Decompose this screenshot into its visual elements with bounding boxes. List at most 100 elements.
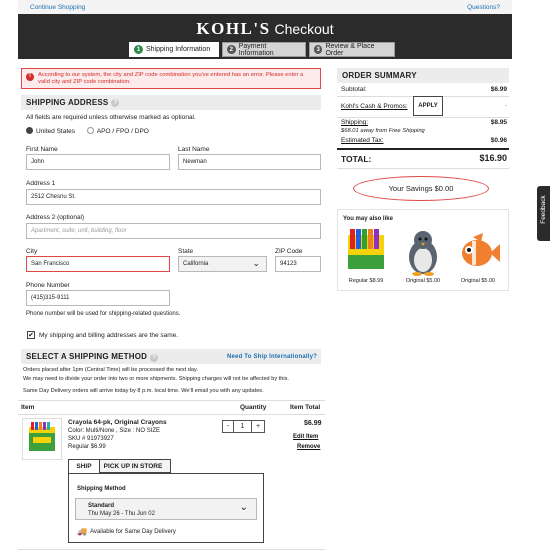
- checkout-page: Continue Shopping Questions? KOHL'S Chec…: [0, 0, 550, 550]
- item-name[interactable]: Crayola 64-pk, Original Crayons: [68, 419, 167, 426]
- error-text: According to our system, the city and ZI…: [38, 72, 304, 86]
- total-value: $16.90: [479, 153, 507, 163]
- continue-shopping-link[interactable]: Continue Shopping: [30, 4, 85, 11]
- last-name-label: Last Name: [178, 146, 210, 153]
- help-icon[interactable]: ?: [111, 98, 120, 107]
- shipping-method-heading: SELECT A SHIPPING METHOD? Need To Ship I…: [21, 349, 321, 364]
- same-day-availability: 🚚 Available for Same Day Delivery: [77, 527, 176, 536]
- qty-plus-button[interactable]: +: [251, 420, 265, 433]
- shipping-method-panel: Shipping Method Standard Thu May 26 - Th…: [68, 473, 264, 543]
- tab-pickup-store[interactable]: PICK UP IN STORE: [95, 459, 171, 473]
- subtotal-label: Subtotal:: [341, 86, 367, 93]
- help-icon[interactable]: ?: [150, 353, 159, 362]
- last-name-field[interactable]: Newman: [178, 154, 321, 170]
- address1-field[interactable]: 2512 Chesnu St.: [26, 189, 321, 205]
- same-address-label: My shipping and billing addresses are th…: [39, 332, 179, 339]
- divide-note: We may need to divide your order into tw…: [23, 376, 289, 382]
- zip-field[interactable]: 94123: [275, 256, 321, 272]
- markers-icon: [348, 229, 384, 269]
- truck-icon: 🚚: [77, 527, 87, 536]
- method-dates: Thu May 26 - Thu Jun 02: [88, 511, 155, 517]
- col-item-header: Item: [21, 404, 35, 411]
- logo: KOHL'S Checkout: [18, 19, 512, 39]
- processing-note: Orders placed after 1pm (Central Time) w…: [23, 367, 198, 373]
- step-payment-info[interactable]: 2 Payment Information: [222, 42, 306, 57]
- divider: [337, 168, 509, 169]
- col-total-header: Item Total: [290, 404, 321, 411]
- step-review-order[interactable]: 3 Review & Place Order: [309, 42, 395, 57]
- header: KOHL'S Checkout 1 Shipping Information 2…: [18, 14, 512, 59]
- questions-link[interactable]: Questions?: [467, 4, 500, 11]
- international-link[interactable]: Need To Ship Internationally?: [227, 354, 317, 360]
- kohls-logo-text: KOHL'S: [196, 19, 271, 38]
- recs-title: You may also like: [343, 216, 393, 222]
- state-value: California: [183, 261, 209, 267]
- same-address-checkbox[interactable]: ✔: [27, 331, 35, 339]
- step-shipping-info[interactable]: 1 Shipping Information: [129, 42, 219, 57]
- rec-item-markers[interactable]: [344, 227, 390, 277]
- error-message: ! According to our system, the city and …: [21, 68, 321, 89]
- apply-button[interactable]: APPLY: [413, 96, 443, 116]
- feedback-tab[interactable]: Feedback: [537, 186, 550, 241]
- item-sku: SKU # 91973927: [68, 436, 114, 442]
- phone-field[interactable]: (415)315-9111: [26, 290, 170, 306]
- divider: [18, 400, 325, 401]
- radio-us-label: United States: [36, 128, 76, 135]
- divider: [337, 117, 509, 118]
- rec-price: Original $5.00: [460, 278, 496, 284]
- radio-us[interactable]: United States: [26, 127, 76, 135]
- country-radio-group: United States APO / FPO / DPO: [26, 127, 149, 135]
- kohls-cash-link[interactable]: Kohl's Cash & Promos:: [341, 103, 408, 110]
- step-number: 1: [134, 45, 143, 54]
- step-label: Payment Information: [238, 42, 274, 57]
- total-divider: [337, 148, 509, 150]
- qty-input[interactable]: 1: [234, 420, 251, 433]
- tax-label[interactable]: Estimated Tax:: [341, 137, 384, 144]
- shipping-label[interactable]: Shipping:: [341, 119, 368, 126]
- qty-minus-button[interactable]: -: [222, 420, 234, 433]
- checkmark-icon: ✔: [28, 332, 34, 339]
- city-label: City: [26, 248, 38, 255]
- city-field[interactable]: San Francisco: [26, 256, 170, 272]
- tax-value: $0.96: [490, 137, 507, 144]
- fish-plush-icon: [462, 233, 500, 266]
- top-bar: Continue Shopping Questions?: [18, 0, 512, 14]
- address2-label: Address 2 (optional): [26, 214, 85, 221]
- penguin-plush-icon: [409, 231, 437, 276]
- state-label: State: [178, 248, 194, 255]
- phone-label: Phone Number: [26, 282, 70, 289]
- shipping-method-label: Shipping Method: [77, 486, 126, 492]
- radio-empty-icon: [86, 127, 94, 134]
- first-name-field[interactable]: John: [26, 154, 170, 170]
- rec-item-penguin[interactable]: [400, 227, 446, 277]
- item-total: $6.99: [304, 420, 322, 427]
- state-select[interactable]: California ⌄: [178, 256, 267, 272]
- rec-item-fish[interactable]: [455, 227, 501, 277]
- shipping-method-select[interactable]: Standard Thu May 26 - Thu Jun 02 ⌄: [75, 498, 257, 520]
- shipping-method-title-group: SELECT A SHIPPING METHOD?: [26, 351, 159, 362]
- remove-link[interactable]: Remove: [297, 444, 320, 450]
- chevron-down-icon: ⌄: [239, 502, 248, 513]
- rec-price: Regular $8.99: [348, 278, 384, 284]
- radio-apo[interactable]: APO / FPO / DPO: [86, 127, 149, 135]
- edit-item-link[interactable]: Edit Item: [293, 434, 318, 440]
- tab-ship[interactable]: SHIP: [68, 459, 100, 473]
- error-icon: !: [26, 73, 34, 81]
- radio-selected-icon: [26, 127, 33, 134]
- same-day-note: Same Day Delivery orders will arrive tod…: [23, 388, 264, 394]
- recommendations: You may also like Regular $8.99 Original…: [337, 209, 509, 291]
- phone-note: Phone number will be used for shipping-r…: [26, 311, 181, 317]
- item-price: Regular $6.99: [68, 444, 106, 450]
- shipping-method-title: SELECT A SHIPPING METHOD: [26, 351, 148, 361]
- step-label: Review & Place Order: [325, 42, 375, 57]
- radio-apo-label: APO / FPO / DPO: [96, 128, 149, 135]
- feedback-label: Feedback: [540, 195, 547, 224]
- address1-label: Address 1: [26, 180, 56, 187]
- product-image[interactable]: [22, 418, 62, 460]
- shipping-address-title: SHIPPING ADDRESS: [26, 98, 109, 107]
- rec-price: Original $5.00: [405, 278, 441, 284]
- shipping-value: $8.95: [490, 119, 507, 126]
- same-day-text: Available for Same Day Delivery: [89, 528, 176, 535]
- address2-field[interactable]: Apartment, suite, unit, building, floor: [26, 223, 321, 239]
- item-color: Color: Multi/None , Size : NO SIZE: [68, 428, 161, 434]
